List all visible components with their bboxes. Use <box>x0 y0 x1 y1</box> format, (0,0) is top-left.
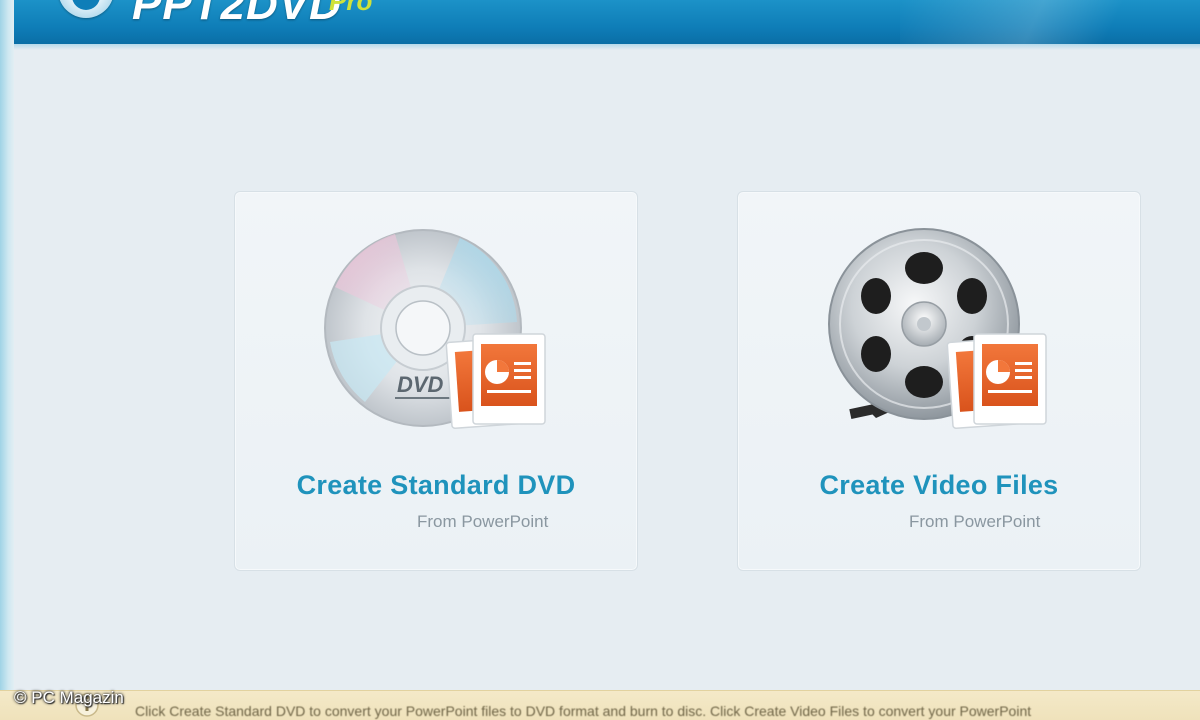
window-left-border <box>0 0 14 720</box>
create-video-files-button[interactable]: Create Video Files From PowerPoint <box>737 191 1141 571</box>
app-window: PPT2DVD Pro DVD Create Standard DVD From… <box>0 0 1200 720</box>
create-standard-dvd-subtitle: From PowerPoint <box>417 512 549 531</box>
film-reel-with-powerpoint-icon <box>828 228 1047 429</box>
app-logo-icon <box>58 0 114 18</box>
app-edition: Pro <box>329 0 373 16</box>
title-bar: PPT2DVD Pro <box>14 0 1200 44</box>
app-name: PPT2DVD <box>132 0 342 29</box>
create-video-files-title: Create Video Files <box>819 470 1059 500</box>
hint-bar: Click Create Standard DVD to convert you… <box>0 690 1200 720</box>
dvd-disc-with-powerpoint-icon: DVD <box>324 229 546 429</box>
dvd-disc-label: DVD <box>397 372 444 397</box>
create-standard-dvd-button[interactable]: DVD Create Standard DVD From PowerPoint <box>234 191 638 571</box>
create-standard-dvd-title: Create Standard DVD <box>296 470 576 500</box>
create-video-files-subtitle: From PowerPoint <box>909 512 1041 531</box>
watermark: © PC Magazin <box>14 688 124 707</box>
hint-text: Click Create Standard DVD to convert you… <box>135 703 1032 719</box>
title-bar-shadow <box>14 44 1200 50</box>
